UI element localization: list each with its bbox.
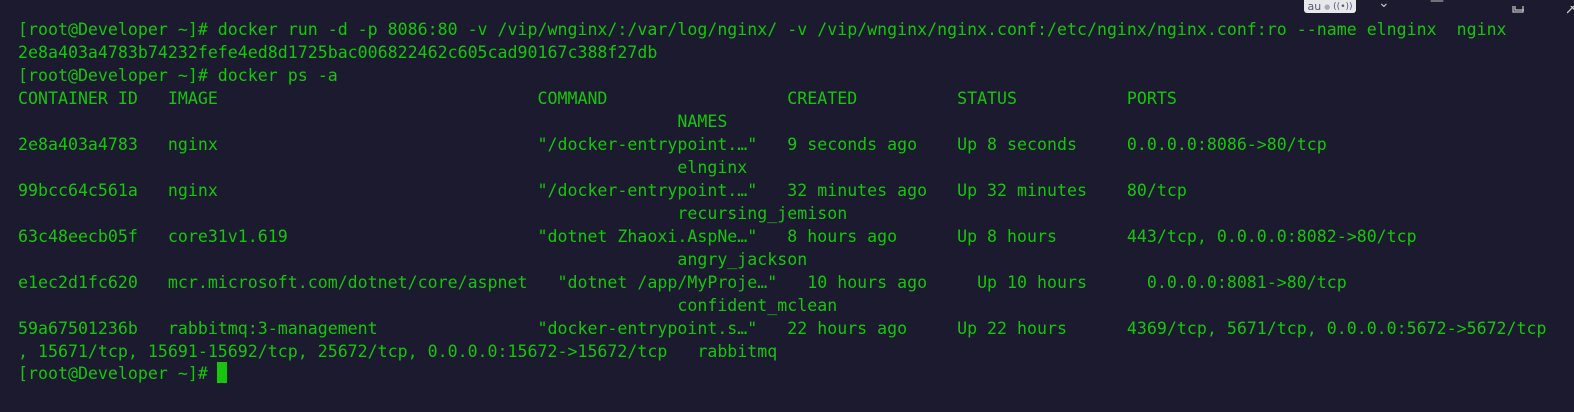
table-header: CONTAINER ID IMAGE COMMAND CREATED STATU… — [18, 89, 1177, 108]
ime-indicator[interactable]: au ● ((•)) — [1304, 0, 1356, 13]
table-row: recursing_jemison — [18, 204, 848, 223]
command-line: [root@Developer ~]# docker ps -a — [18, 66, 338, 85]
table-row: elnginx — [18, 158, 748, 177]
table-header: NAMES — [18, 112, 728, 131]
table-row: 99bcc64c561a nginx "/docker-entrypoint.…… — [18, 181, 1187, 200]
text-cursor — [217, 362, 227, 383]
output-line: 2e8a403a4783b74232fefe4ed8d1725bac006822… — [18, 43, 658, 62]
table-row: e1ec2d1fc620 mcr.microsoft.com/dotnet/co… — [18, 273, 1347, 292]
minimize-icon[interactable]: — — [1430, 0, 1444, 8]
window-controls: au ● ((•)) ⌄ — — [1274, 0, 1574, 14]
table-row: 59a67501236b rabbitmq:3-management "dock… — [18, 319, 1547, 338]
wireless-icon: ((•)) — [1333, 1, 1353, 12]
terminal-window[interactable]: [root@Developer ~]# docker run -d -p 808… — [0, 0, 1574, 412]
close-icon[interactable] — [1540, 0, 1574, 14]
maximize-icon[interactable] — [1485, 0, 1526, 13]
table-row: 2e8a403a4783 nginx "/docker-entrypoint.…… — [18, 135, 1327, 154]
table-row: , 15671/tcp, 15691-15692/tcp, 25672/tcp,… — [18, 342, 778, 361]
chevron-down-icon[interactable]: ⌄ — [1378, 0, 1390, 10]
ime-label: au — [1307, 0, 1322, 13]
prompt-line: [root@Developer ~]# — [18, 364, 218, 383]
table-row: confident_mclean — [18, 296, 838, 315]
table-row: angry_jackson — [18, 250, 808, 269]
dot-icon: ● — [1324, 2, 1331, 11]
table-row: 63c48eecb05f core31v1.619 "dotnet Zhaoxi… — [18, 227, 1417, 246]
